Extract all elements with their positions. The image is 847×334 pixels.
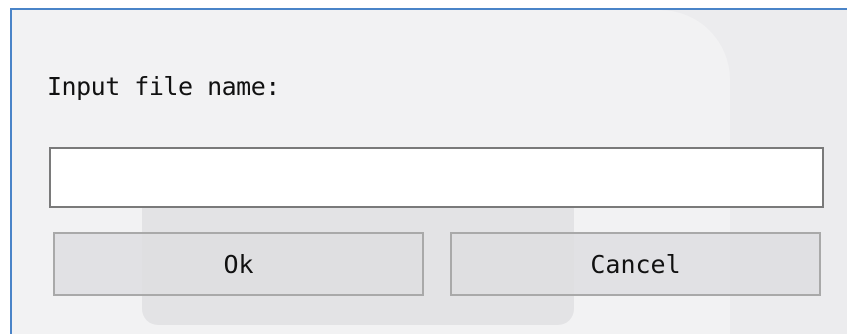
cancel-button[interactable]: Cancel [450, 232, 821, 296]
ok-button[interactable]: Ok [53, 232, 424, 296]
input-file-name-label: Input file name: [47, 72, 280, 101]
file-name-input[interactable] [49, 147, 824, 208]
file-name-dialog: Input file name: Ok Cancel [10, 8, 847, 334]
